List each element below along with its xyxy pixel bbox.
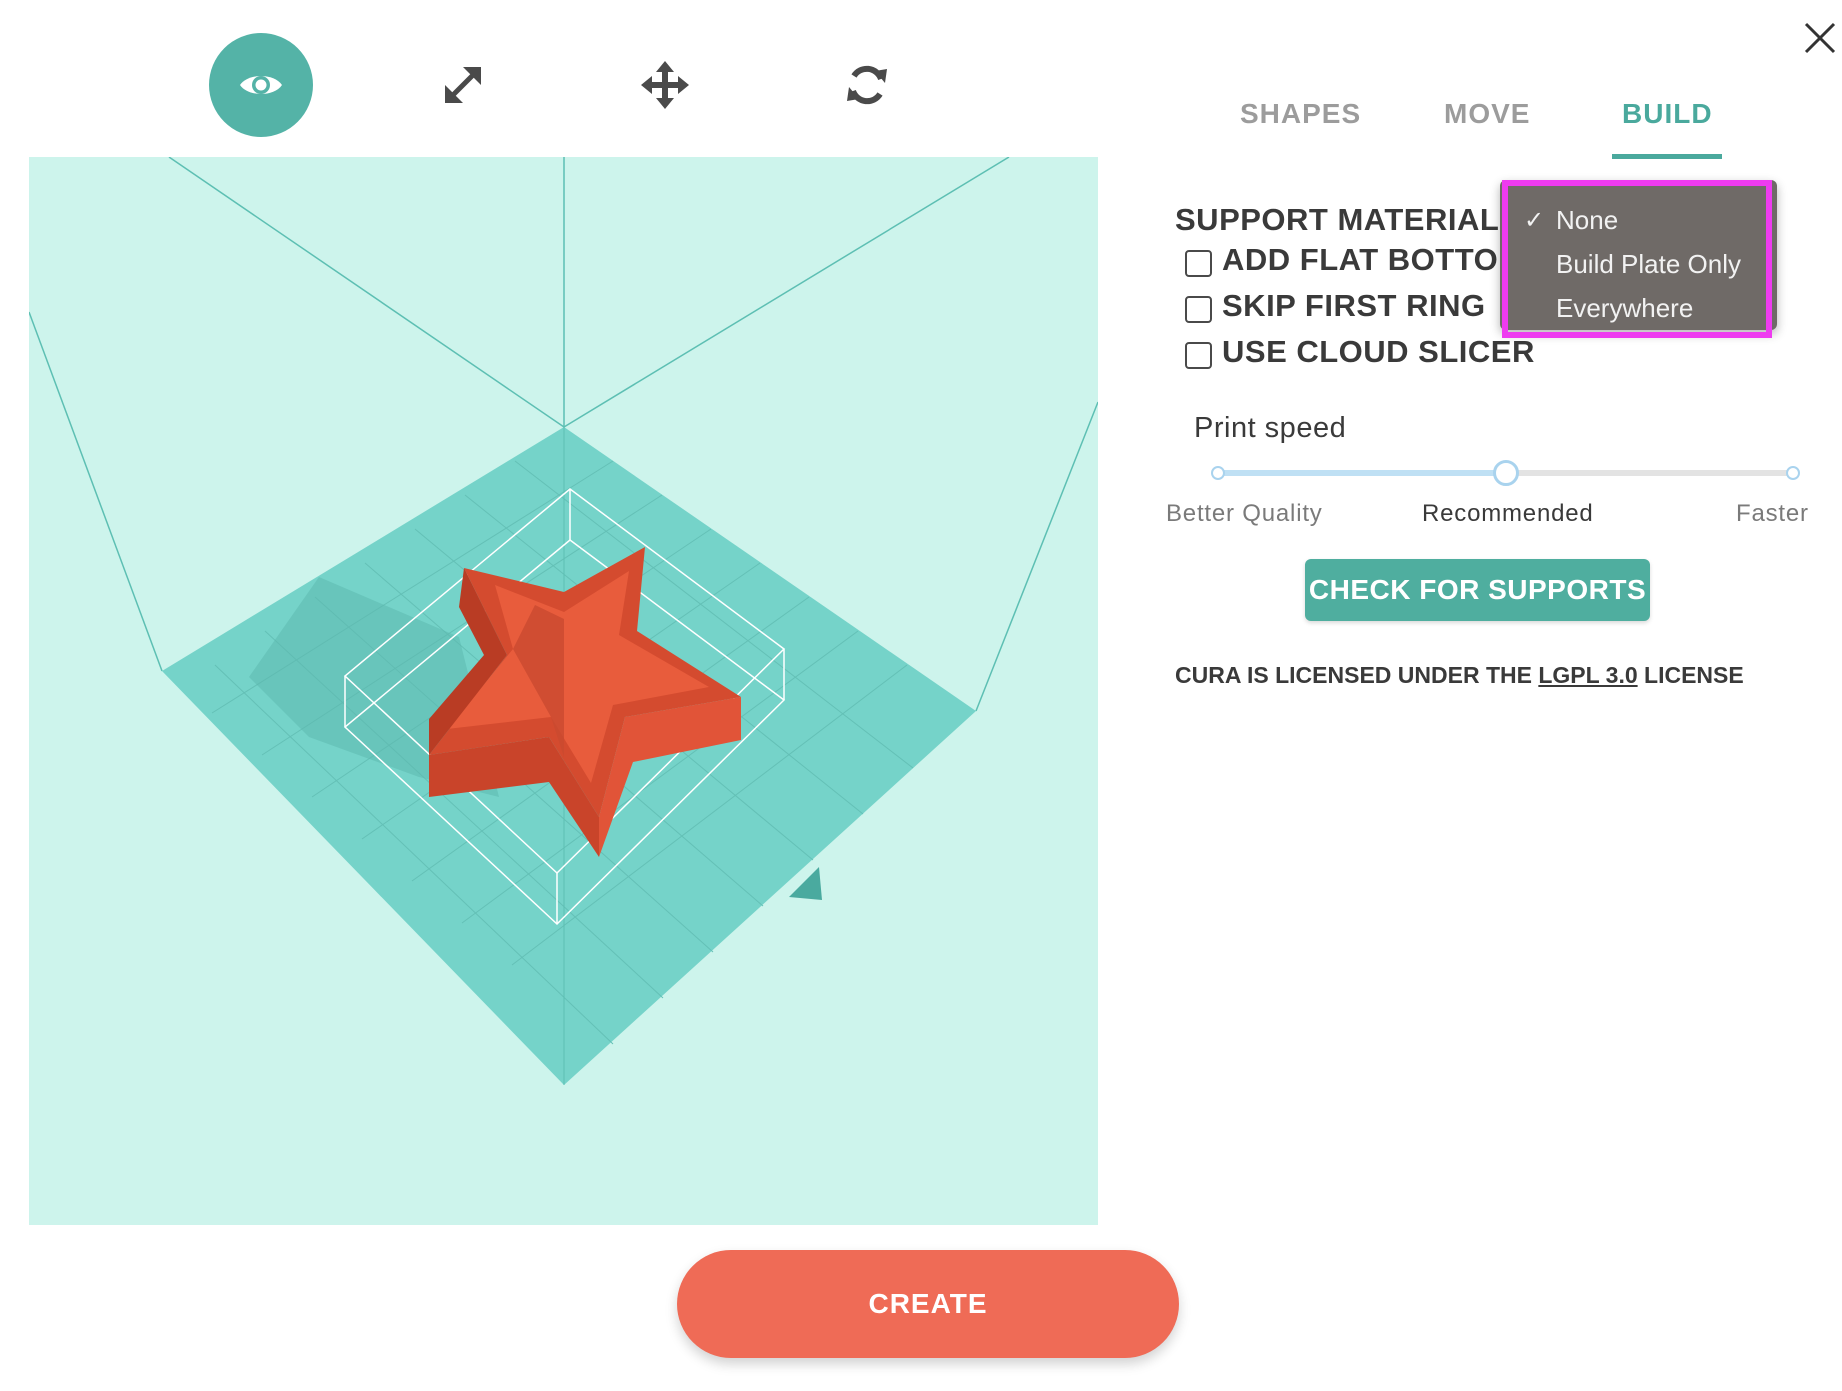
use-cloud-slicer-checkbox[interactable] [1185,342,1212,369]
add-flat-bottom-label[interactable]: ADD FLAT BOTTOM [1222,242,1525,278]
rotate-tool-button[interactable] [815,33,919,137]
slider-max-dot[interactable] [1786,466,1800,480]
dropdown-option-everywhere[interactable]: Everywhere [1556,293,1693,324]
print-speed-slider[interactable] [1211,460,1800,486]
move-tool-button[interactable] [613,33,717,137]
license-text: CURA IS LICENSED UNDER THE LGPL 3.0 LICE… [1175,662,1744,689]
dropdown-option-build-plate-only[interactable]: Build Plate Only [1556,249,1741,280]
model-viewport[interactable] [29,157,1098,1225]
scale-tool-button[interactable] [411,33,515,137]
scene-svg [29,157,1098,1085]
support-material-label: SUPPORT MATERIAL [1175,202,1500,237]
move-cross-icon [641,61,689,109]
tab-move[interactable]: MOVE [1444,98,1530,130]
support-material-dropdown[interactable]: ✓ None Build Plate Only Everywhere [1500,180,1777,330]
selected-check-icon: ✓ [1524,207,1545,234]
eye-icon [240,76,282,94]
speed-recommended-label: Recommended [1422,500,1594,527]
license-link[interactable]: LGPL 3.0 [1538,662,1637,688]
speed-better-quality-label: Better Quality [1166,500,1323,527]
slider-thumb[interactable] [1493,460,1519,486]
tab-build[interactable]: BUILD [1622,98,1713,130]
print-speed-label: Print speed [1194,412,1347,444]
view-tool-button[interactable] [209,33,313,137]
slider-min-dot[interactable] [1211,466,1225,480]
active-tab-underline [1612,154,1722,159]
slider-fill [1216,470,1506,476]
close-button[interactable] [1800,18,1840,58]
skip-first-ring-checkbox[interactable] [1185,296,1212,323]
check-for-supports-button[interactable]: CHECK FOR SUPPORTS [1305,559,1650,621]
speed-faster-label: Faster [1736,500,1809,527]
create-button[interactable]: CREATE [677,1250,1179,1358]
license-suffix: LICENSE [1644,662,1744,688]
resize-arrows-icon [445,67,481,103]
use-cloud-slicer-label[interactable]: USE CLOUD SLICER [1222,334,1535,370]
rotate-arrows-icon [847,65,887,105]
close-icon [1804,22,1836,54]
add-flat-bottom-checkbox[interactable] [1185,250,1212,277]
skip-first-ring-label[interactable]: SKIP FIRST RING [1222,288,1486,324]
tab-shapes[interactable]: SHAPES [1240,98,1361,130]
dropdown-option-none[interactable]: None [1556,205,1618,236]
license-prefix: CURA IS LICENSED UNDER THE [1175,662,1532,688]
